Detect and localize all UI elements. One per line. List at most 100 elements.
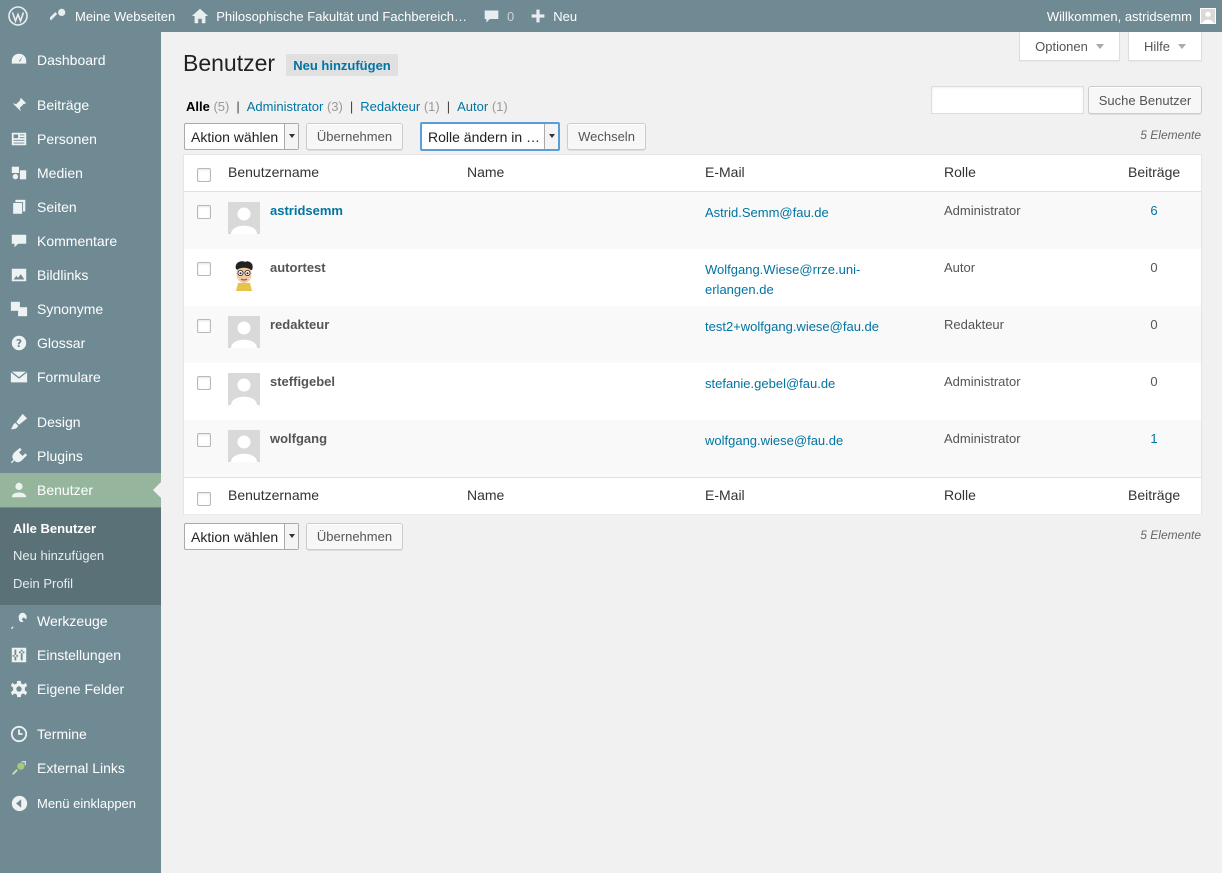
sidebar-item-label: Glossar <box>37 335 86 351</box>
screen-options-button[interactable]: Optionen <box>1019 32 1120 61</box>
sidebar-item-personen[interactable]: Personen <box>0 122 161 156</box>
translation-icon <box>9 299 29 319</box>
help-icon: ? <box>9 333 29 353</box>
filter-autor[interactable]: Autor <box>457 99 488 114</box>
email-link[interactable]: test2+wolfgang.wiese@fau.de <box>705 317 905 337</box>
site-name-menu[interactable]: Philosophische Fakultät und Fachbereich… <box>183 0 475 32</box>
table-row: wolfgang wolfgang.wiese@fau.de Administr… <box>184 420 1201 477</box>
role-filter-links: Alle (5) | Administrator (3) | Redakteur (1)… <box>186 99 508 114</box>
table-footer: Benutzername Name E-Mail Rolle Beiträge <box>184 477 1201 514</box>
my-account-menu[interactable]: Willkommen, astridsemm <box>1047 8 1222 24</box>
apply-button-top[interactable]: Übernehmen <box>306 123 403 150</box>
column-header-email[interactable]: E-Mail <box>705 164 745 180</box>
items-count-top: 5 Elemente <box>1140 128 1201 142</box>
column-footer-posts[interactable]: Beiträge <box>1128 487 1180 503</box>
sidebar-item-plugins[interactable]: Plugins <box>0 439 161 473</box>
bulk-action-select-value: Aktion wählen <box>191 128 279 145</box>
home-icon <box>192 8 209 24</box>
role-value: Autor <box>944 260 976 275</box>
posts-count-link[interactable]: 6 <box>1124 203 1184 218</box>
sidebar-item-label: Synonyme <box>37 301 104 317</box>
filter-all[interactable]: Alle <box>186 99 210 114</box>
column-footer-name[interactable]: Name <box>467 487 504 503</box>
column-footer-role: Rolle <box>944 487 976 503</box>
wordpress-logo-button[interactable] <box>0 0 36 32</box>
sidebar-item-external-links[interactable]: External Links <box>0 751 161 785</box>
change-role-select-value: Rolle ändern in … <box>428 128 541 145</box>
sidebar-item-kommentare[interactable]: Kommentare <box>0 224 161 258</box>
search-users-input[interactable] <box>931 86 1084 114</box>
column-header-username[interactable]: Benutzername <box>228 164 319 180</box>
chevron-down-icon <box>1178 43 1186 49</box>
email-link[interactable]: Astrid.Semm@fau.de <box>705 203 885 223</box>
cartoon-avatar-icon <box>235 261 253 291</box>
site-name-label: Philosophische Fakultät und Fachbereich… <box>216 8 467 24</box>
username-link[interactable]: astridsemm <box>270 203 343 218</box>
sidebar-item-werkzeuge[interactable]: Werkzeuge <box>0 604 161 638</box>
external-link-icon <box>9 758 29 778</box>
submenu-all-users[interactable]: Alle Benutzer <box>13 521 96 536</box>
sidebar-item-termine[interactable]: Termine <box>0 717 161 751</box>
submenu-your-profile[interactable]: Dein Profil <box>13 576 73 591</box>
change-role-button[interactable]: Wechseln <box>567 123 646 150</box>
sidebar-item-medien[interactable]: Medien <box>0 156 161 190</box>
email-link[interactable]: stefanie.gebel@fau.de <box>705 374 885 394</box>
row-checkbox[interactable] <box>197 262 211 276</box>
select-all-checkbox-bottom[interactable] <box>197 492 211 506</box>
sidebar-item-label: Personen <box>37 131 97 147</box>
settings-sliders-icon <box>9 645 29 665</box>
sidebar-item-bildlinks[interactable]: Bildlinks <box>0 258 161 292</box>
new-content-menu[interactable]: Neu <box>522 0 585 32</box>
column-footer-username[interactable]: Benutzername <box>228 487 319 503</box>
email-line: Wolfgang.Wiese@rrze.uni- <box>705 262 861 277</box>
sidebar-item-seiten[interactable]: Seiten <box>0 190 161 224</box>
column-header-name[interactable]: Name <box>467 164 504 180</box>
image-icon <box>9 265 29 285</box>
comments-count: 0 <box>506 8 515 24</box>
sidebar-item-benutzer[interactable]: Benutzer <box>0 473 161 507</box>
column-header-posts[interactable]: Beiträge <box>1128 164 1180 180</box>
sidebar-item-dashboard[interactable]: Dashboard <box>0 43 161 77</box>
row-checkbox[interactable] <box>197 433 211 447</box>
email-link[interactable]: Wolfgang.Wiese@rrze.uni-erlangen.de <box>705 260 885 300</box>
sidebar-item-synonyme[interactable]: Synonyme <box>0 292 161 326</box>
column-footer-email[interactable]: E-Mail <box>705 487 745 503</box>
row-checkbox[interactable] <box>197 205 211 219</box>
sidebar-item-glossar[interactable]: ? Glossar <box>0 326 161 360</box>
filter-administrator[interactable]: Administrator <box>247 99 324 114</box>
table-row: astridsemm Astrid.Semm@fau.de Administra… <box>184 192 1201 249</box>
svg-text:?: ? <box>16 337 22 350</box>
avatar <box>228 373 260 405</box>
posts-count: 0 <box>1150 317 1158 332</box>
sidebar-item-design[interactable]: Design <box>0 405 161 439</box>
role-value: Redakteur <box>944 317 1004 332</box>
bulk-action-select-top[interactable]: Aktion wählen <box>184 123 299 150</box>
sidebar-item-eigene-felder[interactable]: Eigene Felder <box>0 672 161 706</box>
avatar <box>228 202 260 234</box>
add-new-user-button[interactable]: Neu hinzufügen <box>286 54 398 76</box>
users-table: Benutzername Name E-Mail Rolle Beiträge … <box>183 154 1202 514</box>
sidebar-item-label: Formulare <box>37 369 101 385</box>
bulk-action-select-bottom[interactable]: Aktion wählen <box>184 523 299 550</box>
filter-redakteur-count: (1) <box>423 99 440 114</box>
row-checkbox[interactable] <box>197 319 211 333</box>
search-users-button[interactable]: Suche Benutzer <box>1088 86 1202 114</box>
dropdown-arrow-icon <box>284 124 298 149</box>
sidebar-item-formulare[interactable]: Formulare <box>0 360 161 394</box>
sidebar-item-beitraege[interactable]: Beiträge <box>0 88 161 122</box>
sidebar-item-einstellungen[interactable]: Einstellungen <box>0 638 161 672</box>
email-link[interactable]: wolfgang.wiese@fau.de <box>705 431 885 451</box>
select-all-checkbox[interactable] <box>197 168 211 182</box>
change-role-select[interactable]: Rolle ändern in … <box>420 122 560 151</box>
admin-sidebar: Dashboard Beiträge Personen Medien Seite… <box>0 32 161 873</box>
help-button[interactable]: Hilfe <box>1128 32 1202 61</box>
my-sites-menu[interactable]: Meine Webseiten <box>42 0 183 32</box>
sidebar-item-label: Design <box>37 414 81 430</box>
filter-redakteur[interactable]: Redakteur <box>360 99 420 114</box>
posts-count-link[interactable]: 1 <box>1124 431 1184 446</box>
row-checkbox[interactable] <box>197 376 211 390</box>
submenu-add-new[interactable]: Neu hinzufügen <box>13 548 104 563</box>
comments-menu[interactable]: 0 <box>475 0 522 32</box>
sidebar-collapse-menu[interactable]: Menü einklappen <box>0 786 161 820</box>
apply-button-bottom[interactable]: Übernehmen <box>306 523 403 550</box>
